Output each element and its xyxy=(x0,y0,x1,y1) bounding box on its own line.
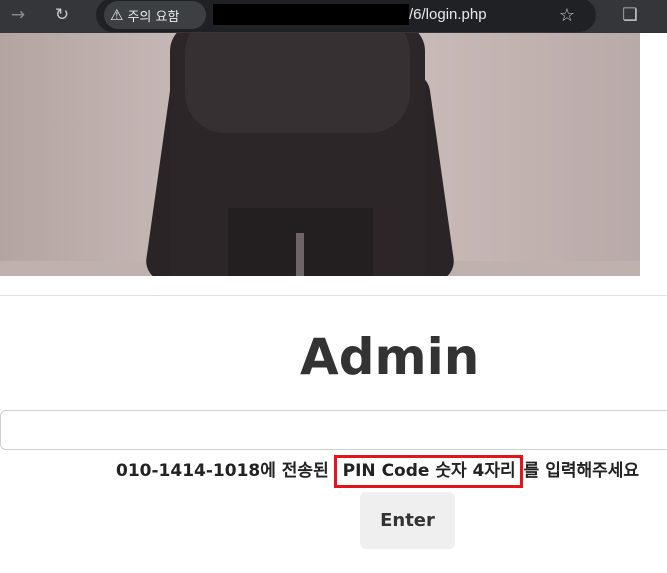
page-title: Admin xyxy=(300,328,480,386)
highlighted-pin-phrase: PIN Code 숫자 4자리 xyxy=(333,455,523,488)
security-warning-chip[interactable]: ⚠ 주의 요함 xyxy=(104,1,206,29)
puzzle-icon[interactable]: ❏ xyxy=(618,0,642,30)
security-warning-label: 주의 요함 xyxy=(127,9,180,25)
pin-hint-text: 010-1414-1018에 전송된 PIN Code 숫자 4자리 를 입력해주… xyxy=(116,455,640,488)
enter-button[interactable]: Enter xyxy=(360,492,455,549)
hint-suffix: 를 입력해주세요 xyxy=(523,461,640,481)
warning-triangle-icon: ⚠ xyxy=(110,6,124,24)
redacted-url-segment xyxy=(213,4,409,25)
section-divider xyxy=(0,295,667,296)
star-icon[interactable]: ☆ xyxy=(555,0,579,30)
reload-icon[interactable]: ↻ xyxy=(50,0,74,30)
hero-image xyxy=(0,33,640,276)
pin-code-input[interactable] xyxy=(0,410,667,450)
hint-prefix: 010-1414-1018에 전송된 xyxy=(116,461,329,481)
browser-toolbar: → ↻ ⚠ 주의 요함 /6/login.php ☆ ❏ xyxy=(0,0,667,33)
url-text[interactable]: /6/login.php xyxy=(409,6,487,23)
back-arrow-icon[interactable]: → xyxy=(6,0,30,30)
